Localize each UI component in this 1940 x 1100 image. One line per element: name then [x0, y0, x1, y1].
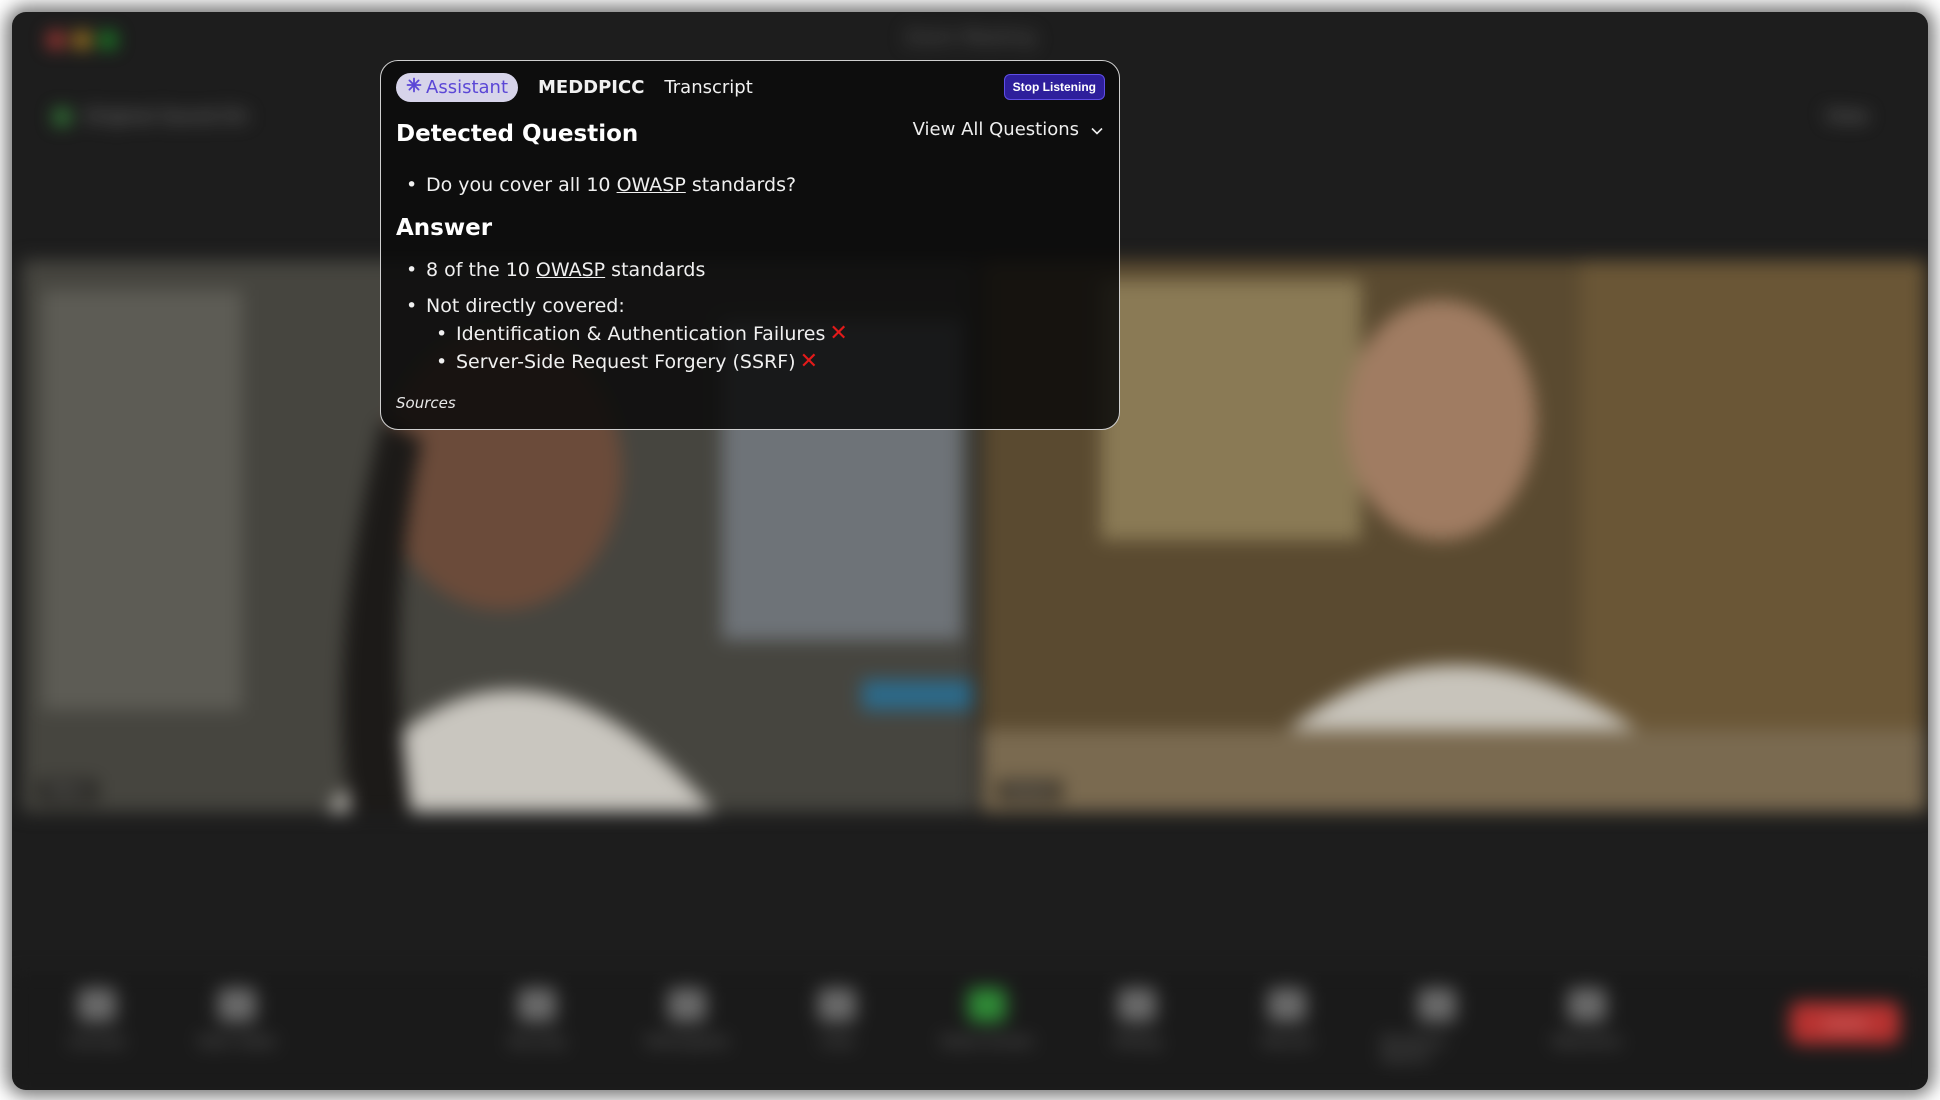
call-label[interactable]: Original Sound On — [84, 106, 248, 127]
answer-heading: Answer — [396, 215, 493, 241]
answer-item-label: Not directly covered: — [426, 295, 625, 317]
question-list: Do you cover all 10 OWASP standards? — [396, 172, 796, 199]
tab-transcript[interactable]: Transcript — [664, 77, 752, 98]
answer-list: 8 of the 10 OWASP standards Not directly… — [396, 257, 848, 376]
unmute-button[interactable]: Unmute — [42, 988, 152, 1050]
reactions-icon — [1568, 988, 1606, 1022]
breakout-rooms-icon — [1418, 988, 1456, 1022]
view-all-questions-label: View All Questions — [912, 119, 1079, 140]
leave-button[interactable]: Leave — [1790, 1002, 1900, 1044]
window-title: Zoom Meeting — [904, 27, 1036, 48]
meeting-toolbar: Unmute Start Video Security Participants… — [12, 972, 1928, 1090]
breakout-rooms-button[interactable]: Breakout Rooms — [1382, 988, 1492, 1066]
participants-button[interactable]: Participants — [632, 988, 742, 1050]
toolbar-label: Start Video — [198, 1034, 276, 1050]
record-button[interactable]: Record — [1232, 988, 1342, 1050]
question-item: Do you cover all 10 OWASP standards? — [396, 172, 796, 199]
share-screen-icon — [968, 988, 1006, 1022]
toolbar-label: Reactions — [1552, 1034, 1622, 1050]
toolbar-label: Participants — [645, 1034, 729, 1050]
detected-question-heading: Detected Question — [396, 121, 639, 147]
tab-assistant[interactable]: Assistant — [396, 73, 519, 102]
reactions-button[interactable]: Reactions — [1532, 988, 1642, 1050]
shield-icon — [518, 988, 556, 1022]
assistant-panel: Assistant MEDDPICC Transcript Stop Liste… — [380, 60, 1120, 430]
chevron-down-icon — [1091, 119, 1103, 140]
tab-label: Assistant — [426, 77, 509, 98]
view-button[interactable]: View — [1825, 106, 1868, 127]
polling-icon — [1118, 988, 1156, 1022]
toolbar-label: Share Screen — [940, 1034, 1034, 1050]
security-button[interactable]: Security — [482, 988, 592, 1050]
toolbar-label: Record — [1262, 1034, 1312, 1050]
microphone-icon — [78, 988, 116, 1022]
polling-button[interactable]: Polling — [1082, 988, 1192, 1050]
start-video-button[interactable]: Start Video — [182, 988, 292, 1050]
shield-status-icon — [54, 108, 70, 125]
answer-item: 8 of the 10 OWASP standards — [396, 257, 848, 284]
x-mark-icon: ✕ — [799, 349, 819, 374]
record-icon — [1268, 988, 1306, 1022]
chat-button[interactable]: Chat — [782, 988, 892, 1050]
toolbar-label: Polling — [1114, 1034, 1160, 1050]
answer-item: Not directly covered: Identification & A… — [396, 293, 848, 376]
assistant-tabs: Assistant MEDDPICC Transcript — [396, 73, 753, 102]
toolbar-label: Unmute — [69, 1034, 125, 1050]
toolbar-label: Security — [508, 1034, 566, 1050]
x-mark-icon: ✕ — [829, 321, 848, 346]
sparkle-icon — [406, 77, 422, 98]
participant-video-right — [981, 260, 1926, 812]
owasp-link[interactable]: OWASP — [617, 174, 686, 196]
owasp-link[interactable]: OWASP — [536, 259, 605, 281]
participants-icon — [668, 988, 706, 1022]
not-covered-item: Server-Side Request Forgery (SSRF)✕ — [426, 348, 848, 376]
participant-name-tag: Daniel — [997, 780, 1062, 802]
participant-name-tag: Maria — [38, 780, 97, 802]
chat-icon — [818, 988, 856, 1022]
not-covered-item: Identification & Authentication Failures… — [426, 320, 848, 348]
stop-listening-button[interactable]: Stop Listening — [1003, 74, 1105, 100]
tab-meddpicc[interactable]: MEDDPICC — [538, 77, 644, 98]
view-all-questions-dropdown[interactable]: View All Questions — [913, 119, 1103, 140]
share-screen-button[interactable]: Share Screen — [932, 988, 1042, 1050]
toolbar-label: Chat — [820, 1034, 854, 1050]
not-covered-list: Identification & Authentication Failures… — [426, 320, 848, 376]
sources-link[interactable]: Sources — [396, 394, 456, 412]
call-header: Original Sound On — [54, 106, 248, 127]
video-camera-icon — [218, 988, 256, 1022]
toolbar-label: Breakout Rooms — [1382, 1034, 1445, 1066]
video-tile-right[interactable]: Daniel — [981, 260, 1926, 812]
